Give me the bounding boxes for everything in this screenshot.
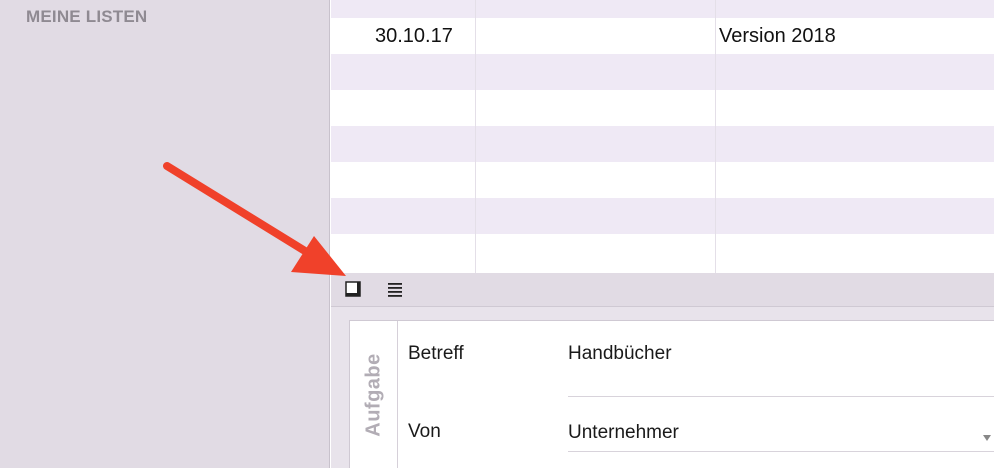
row-stripe bbox=[331, 0, 994, 18]
row-date: 30.10.17 bbox=[375, 25, 453, 47]
task-card: Aufgabe Betreff Handbücher Von Unternehm… bbox=[349, 320, 994, 468]
subject-label: Betreff bbox=[408, 343, 464, 364]
detail-panel: Aufgabe Betreff Handbücher Von Unternehm… bbox=[331, 307, 994, 468]
from-select[interactable]: Unternehmer bbox=[568, 422, 679, 444]
subject-field[interactable]: Handbücher bbox=[568, 343, 672, 365]
row-stripe bbox=[331, 54, 994, 90]
row-stripe bbox=[331, 198, 994, 234]
task-tab[interactable]: Aufgabe bbox=[350, 321, 398, 468]
list-view-icon[interactable] bbox=[385, 279, 405, 299]
single-window-icon[interactable] bbox=[343, 279, 363, 299]
from-label: Von bbox=[408, 421, 441, 442]
view-toolbar bbox=[331, 273, 994, 307]
task-tab-label: Aufgabe bbox=[362, 353, 385, 437]
row-title: Version 2018 bbox=[719, 25, 836, 47]
from-underline bbox=[568, 451, 994, 452]
table-row[interactable]: 30.10.17 Version 2018 bbox=[331, 18, 994, 54]
subject-underline bbox=[568, 396, 994, 397]
row-stripe bbox=[331, 126, 994, 162]
sidebar: MEINE LISTEN bbox=[0, 0, 330, 468]
sidebar-title: MEINE LISTEN bbox=[26, 7, 148, 26]
chevron-down-icon[interactable] bbox=[982, 434, 992, 442]
list-table: 30.10.17 Version 2018 bbox=[331, 0, 994, 273]
